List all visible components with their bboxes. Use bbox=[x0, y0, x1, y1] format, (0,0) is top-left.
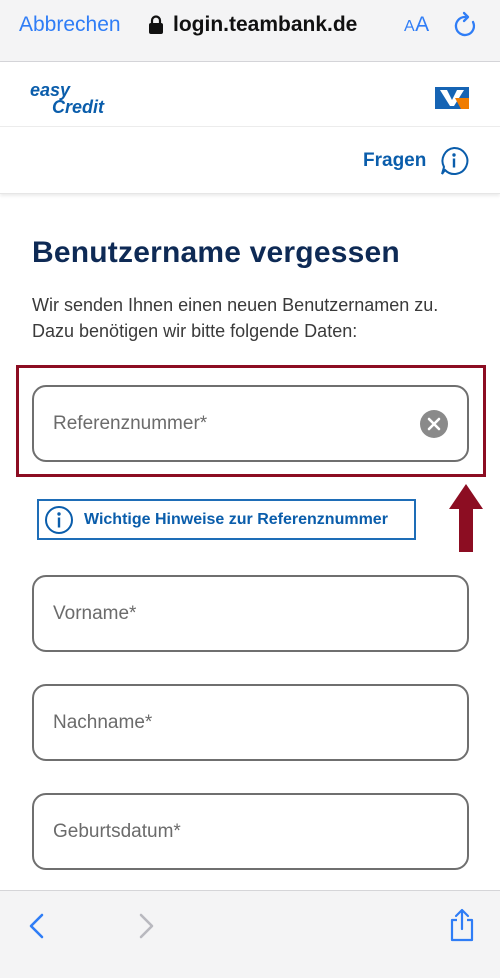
url-text: login.teambank.de bbox=[173, 13, 358, 36]
browser-address-bar: Abbrechen login.teambank.de AA bbox=[0, 0, 500, 62]
help-button[interactable]: Fragen bbox=[363, 142, 469, 180]
reload-icon[interactable] bbox=[452, 11, 478, 39]
reference-number-placeholder: Referenznummer* bbox=[53, 413, 208, 434]
chevron-right-icon[interactable] bbox=[135, 912, 157, 940]
logo-line2: Credit bbox=[52, 97, 105, 117]
firstname-input[interactable]: Vorname* bbox=[32, 575, 469, 652]
cancel-button[interactable]: Abbrechen bbox=[19, 12, 121, 38]
text-size-button[interactable]: AA bbox=[404, 12, 430, 40]
lock-icon bbox=[149, 15, 163, 34]
browser-toolbar bbox=[0, 890, 500, 978]
header-divider bbox=[0, 126, 500, 127]
text-size-small: A bbox=[404, 18, 416, 35]
page-subtitle: Wir senden Ihnen einen neuen Benutzernam… bbox=[32, 295, 439, 341]
birthdate-input[interactable]: Geburtsdatum* bbox=[32, 793, 469, 870]
share-icon[interactable] bbox=[448, 908, 476, 942]
clear-icon[interactable] bbox=[420, 410, 448, 438]
text-size-large: A bbox=[415, 13, 430, 36]
volksbank-logo bbox=[435, 87, 469, 109]
page: Abbrechen login.teambank.de AA easy Cred… bbox=[0, 0, 500, 978]
easycredit-logo[interactable]: easy Credit bbox=[30, 81, 120, 117]
reference-number-input[interactable]: Referenznummer* bbox=[32, 385, 469, 462]
lastname-input[interactable]: Nachname* bbox=[32, 684, 469, 761]
page-title: Benutzername vergessen bbox=[32, 236, 400, 269]
firstname-placeholder: Vorname* bbox=[53, 603, 137, 624]
help-label: Fragen bbox=[363, 150, 427, 171]
chevron-left-icon[interactable] bbox=[26, 912, 48, 940]
info-bubble-icon bbox=[441, 146, 469, 175]
info-circle-icon bbox=[45, 505, 73, 534]
arrow-up-icon bbox=[449, 484, 483, 552]
lastname-placeholder: Nachname* bbox=[53, 712, 153, 733]
birthdate-placeholder: Geburtsdatum* bbox=[53, 821, 181, 842]
app-header: easy Credit Fragen bbox=[0, 62, 500, 194]
reference-hint-link[interactable]: Wichtige Hinweise zur Referenznummer bbox=[37, 499, 416, 540]
url-field[interactable]: login.teambank.de bbox=[148, 11, 357, 39]
reference-hint-label: Wichtige Hinweise zur Referenznummer bbox=[84, 510, 388, 528]
